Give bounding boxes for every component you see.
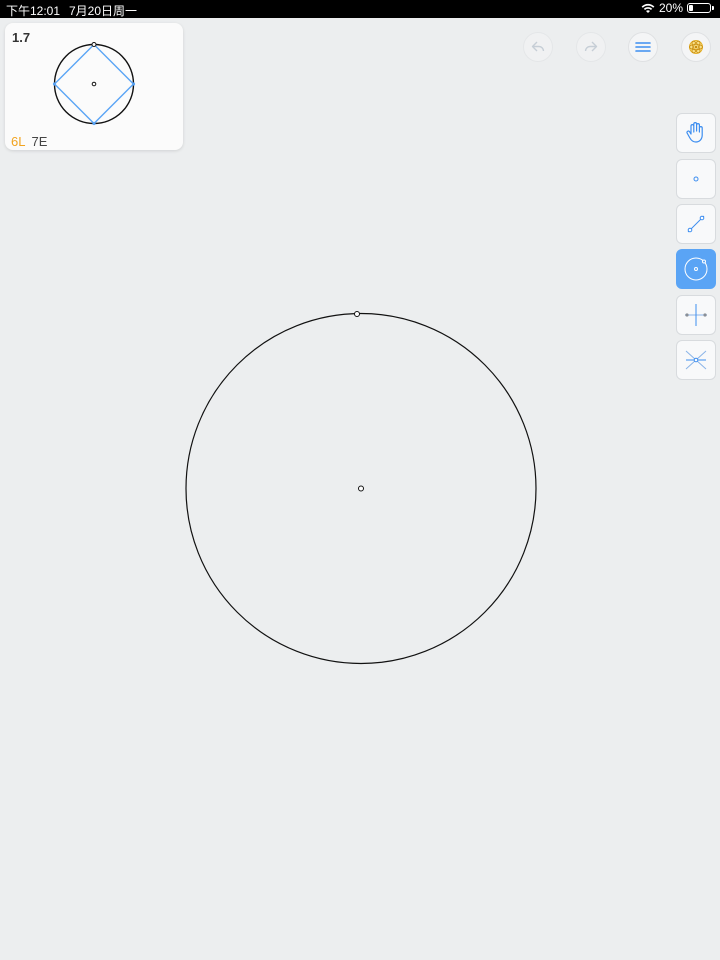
- circle-top-point[interactable]: [354, 311, 360, 317]
- circle-center-point[interactable]: [358, 485, 364, 492]
- construction-canvas[interactable]: [0, 0, 720, 960]
